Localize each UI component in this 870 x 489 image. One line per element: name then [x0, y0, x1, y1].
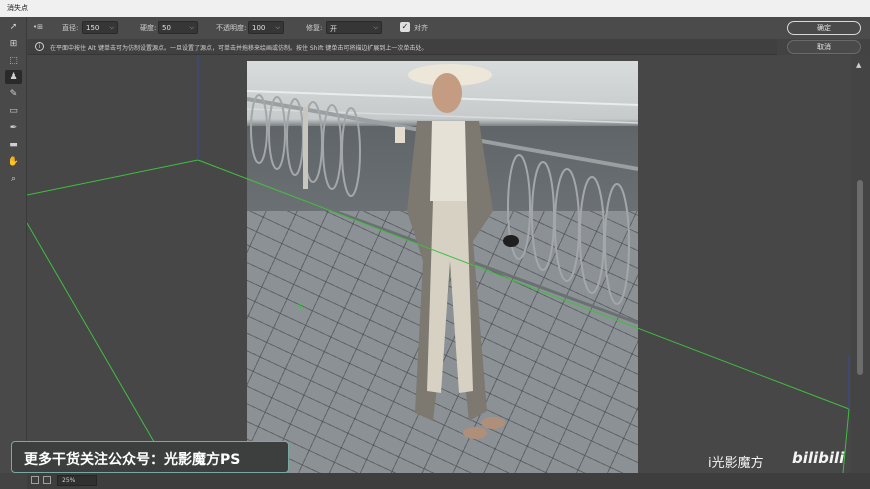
brush-icon[interactable]: ✎ — [5, 87, 22, 101]
tool-panel: ➚ ⊞ ⬚ ♟ ✎ ▭ ✒ ▬ ✋ ⌕ — [0, 17, 27, 473]
align-checkbox[interactable]: ✓ — [400, 22, 410, 32]
zoom-out-icon[interactable] — [31, 476, 39, 484]
heal-value: 开 — [330, 25, 337, 33]
chevron-down-icon: ⌵ — [373, 24, 378, 31]
status-bar: 25% — [27, 473, 870, 489]
hint-text: 在平面中按住 Alt 键单击可为仿制设置源点。一旦设置了源点，可单击并拖移来绘画… — [50, 45, 428, 52]
dialog-titlebar: 消失点 — [0, 0, 870, 17]
zoom-value: 25% — [62, 477, 76, 484]
hint-bar: i 在平面中按住 Alt 键单击可为仿制设置源点。一旦设置了源点，可单击并拖移来… — [28, 39, 777, 55]
opacity-value: 100 — [252, 24, 266, 32]
zoom-in-icon[interactable] — [43, 476, 51, 484]
create-plane-icon[interactable]: ⊞ — [5, 37, 22, 51]
cancel-button[interactable]: 取消 — [787, 40, 861, 54]
perspective-plane: + — [27, 55, 850, 473]
hand-icon[interactable]: ✋ — [5, 155, 22, 169]
scroll-thumb[interactable] — [857, 180, 863, 375]
scroll-up-icon[interactable]: ▲ — [856, 61, 861, 69]
vertical-scrollbar[interactable]: ▲ — [851, 55, 870, 473]
opacity-input[interactable]: 100 ⌵ — [248, 21, 284, 34]
promo-text: 更多干货关注公众号：光影魔方PS — [24, 452, 241, 468]
zoom-select[interactable]: 25% — [57, 475, 97, 486]
eyedropper-icon[interactable]: ✒ — [5, 121, 22, 135]
chevron-down-icon: ⌵ — [189, 24, 194, 31]
ok-button[interactable]: 确定 — [787, 21, 861, 35]
marquee-icon[interactable]: ⬚ — [5, 54, 22, 68]
chevron-down-icon: ⌵ — [275, 24, 280, 31]
dialog-title: 消失点 — [7, 4, 28, 12]
channel-watermark: i光影魔方 — [708, 456, 764, 471]
brush-size-icon: •⊞ — [33, 23, 43, 31]
transform-icon[interactable]: ▭ — [5, 104, 22, 118]
promo-banner: 更多干货关注公众号：光影魔方PS — [11, 441, 289, 473]
hardness-label: 硬度: — [140, 24, 157, 32]
chevron-down-icon: ⌵ — [109, 24, 114, 31]
opacity-label: 不透明度: — [216, 24, 247, 32]
hardness-input[interactable]: 50 ⌵ — [158, 21, 198, 34]
stamp-icon[interactable]: ♟ — [5, 70, 22, 84]
heal-select[interactable]: 开 ⌵ — [326, 21, 382, 34]
heal-label: 修复: — [306, 24, 323, 32]
canvas-area[interactable]: + — [27, 55, 851, 473]
bilibili-logo: bilibili — [792, 449, 845, 467]
diameter-value: 150 — [86, 24, 100, 32]
svg-text:+: + — [297, 302, 304, 311]
info-icon: i — [35, 42, 44, 51]
diameter-input[interactable]: 150 ⌵ — [82, 21, 118, 34]
options-bar: •⊞ 直径: 150 ⌵ 硬度: 50 ⌵ 不透明度: 100 ⌵ 修复: 开 … — [0, 17, 870, 39]
hardness-value: 50 — [162, 24, 171, 32]
align-label: 对齐 — [414, 24, 428, 32]
zoom-icon[interactable]: ⌕ — [5, 172, 22, 186]
diameter-label: 直径: — [62, 24, 79, 32]
measure-icon[interactable]: ▬ — [5, 138, 22, 152]
edit-plane-icon[interactable]: ➚ — [5, 20, 22, 34]
